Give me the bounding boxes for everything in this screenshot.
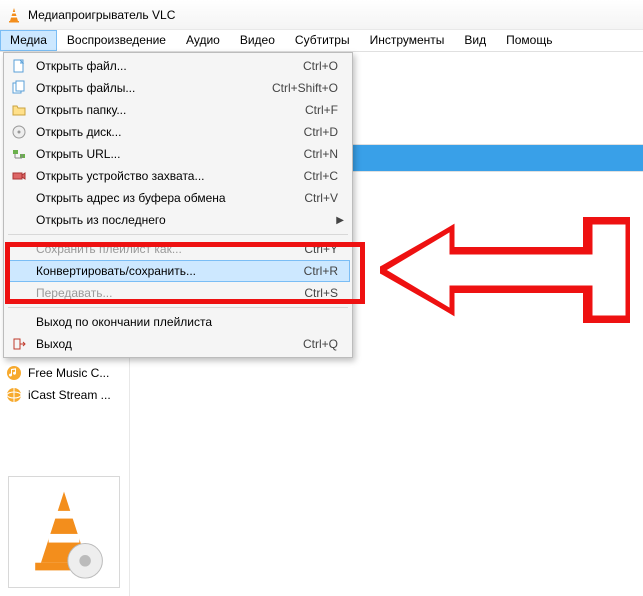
menu-open-clipboard[interactable]: Открыть адрес из буфера обмена Ctrl+V (6, 187, 350, 209)
vlc-logo (8, 476, 120, 588)
menu-tools[interactable]: Инструменты (360, 30, 455, 51)
network-icon (10, 145, 28, 163)
menu-view[interactable]: Вид (454, 30, 496, 51)
sidebar-item-label: iCast Stream ... (28, 388, 111, 402)
capture-icon (10, 167, 28, 185)
menu-open-capture[interactable]: Открыть устройство захвата... Ctrl+C (6, 165, 350, 187)
media-dropdown: Открыть файл... Ctrl+O Открыть файлы... … (3, 52, 353, 358)
window-title: Медиапроигрыватель VLC (28, 8, 175, 22)
menu-open-url[interactable]: Открыть URL... Ctrl+N (6, 143, 350, 165)
menu-quit[interactable]: Выход Ctrl+Q (6, 333, 350, 355)
title-bar: Медиапроигрыватель VLC (0, 0, 643, 30)
chevron-right-icon: ▶ (336, 215, 344, 226)
sidebar-item-icast[interactable]: iCast Stream ... (0, 384, 129, 406)
menu-separator (8, 234, 348, 235)
menu-media[interactable]: Медиа (0, 30, 57, 51)
menu-open-files[interactable]: Открыть файлы... Ctrl+Shift+O (6, 77, 350, 99)
menu-open-disc[interactable]: Открыть диск... Ctrl+D (6, 121, 350, 143)
menu-quit-after[interactable]: Выход по окончании плейлиста (6, 311, 350, 333)
disc-icon (10, 123, 28, 141)
menu-bar: Медиа Воспроизведение Аудио Видео Субтит… (0, 30, 643, 52)
vlc-cone-icon (6, 7, 22, 23)
menu-open-file[interactable]: Открыть файл... Ctrl+O (6, 55, 350, 77)
folder-icon (10, 101, 28, 119)
menu-convert-save[interactable]: Конвертировать/сохранить... Ctrl+R (6, 260, 350, 282)
sidebar-item-freemusic[interactable]: Free Music C... (0, 362, 129, 384)
menu-help[interactable]: Помощь (496, 30, 562, 51)
globe-icon (6, 387, 22, 403)
menu-subtitles[interactable]: Субтитры (285, 30, 360, 51)
menu-open-folder[interactable]: Открыть папку... Ctrl+F (6, 99, 350, 121)
file-icon (10, 57, 28, 75)
files-icon (10, 79, 28, 97)
menu-stream[interactable]: Передавать... Ctrl+S (6, 282, 350, 304)
menu-separator (8, 307, 348, 308)
menu-save-playlist[interactable]: Сохранить плейлист как... Ctrl+Y (6, 238, 350, 260)
music-icon (6, 365, 22, 381)
menu-play[interactable]: Воспроизведение (57, 30, 176, 51)
sidebar-item-label: Free Music C... (28, 366, 109, 380)
menu-audio[interactable]: Аудио (176, 30, 230, 51)
menu-video[interactable]: Видео (230, 30, 285, 51)
exit-icon (10, 335, 28, 353)
menu-open-recent[interactable]: Открыть из последнего ▶ (6, 209, 350, 231)
